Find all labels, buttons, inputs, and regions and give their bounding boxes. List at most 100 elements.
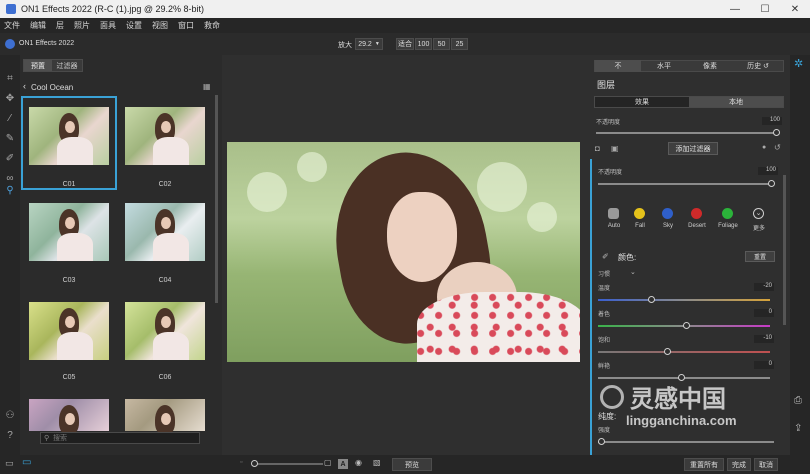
menu-file[interactable]: 文件 (4, 20, 20, 31)
camera-icon[interactable]: ◘ (595, 144, 600, 153)
toggle-dot-icon[interactable]: ● (762, 144, 766, 151)
zoom-out-icon[interactable]: ▫ (240, 459, 242, 466)
reset-all-button[interactable]: 重置所有 (684, 458, 724, 471)
split-view-icon[interactable]: ▧ (373, 458, 381, 467)
more-chevron-icon[interactable]: ⌄ (753, 208, 764, 219)
profile-icon[interactable]: ⚇ (4, 410, 16, 422)
mode-label[interactable]: 习惯 (598, 269, 610, 278)
tab-local[interactable]: 本地 (689, 97, 783, 107)
preset-thumb-c01[interactable] (29, 107, 109, 165)
menu-edit[interactable]: 编辑 (30, 20, 46, 31)
done-button[interactable]: 完成 (727, 458, 751, 471)
mode-chevron-down-icon[interactable]: ⌄ (630, 268, 636, 276)
tab-level[interactable]: 水平 (641, 60, 687, 72)
sky-preset-dot[interactable] (662, 208, 673, 219)
temperature-slider-track[interactable] (598, 299, 770, 301)
filter-opacity-track[interactable] (598, 183, 774, 185)
foliage-preset-dot[interactable] (722, 208, 733, 219)
share-icon[interactable]: ⇪ (794, 423, 802, 434)
vibrance-value[interactable]: 0 (754, 361, 774, 369)
menu-mask[interactable]: 面具 (100, 20, 116, 31)
preset-thumb-c08[interactable] (125, 399, 205, 435)
move-icon[interactable]: ✥ (4, 93, 16, 105)
preset-thumb-c02[interactable] (125, 107, 205, 165)
mask-icon[interactable]: ▣ (611, 144, 619, 153)
tab-presets[interactable]: 预置 (24, 60, 52, 71)
zoom-select[interactable]: 29.2 ▼ (355, 38, 383, 50)
tab-effects[interactable]: 效果 (595, 97, 689, 107)
strength-slider-knob[interactable] (598, 438, 605, 445)
saturation-slider-track[interactable] (598, 351, 770, 353)
tint-value[interactable]: 0 (754, 309, 774, 317)
main-photo[interactable] (227, 142, 580, 362)
temperature-slider-knob[interactable] (648, 296, 655, 303)
tab-history[interactable]: 历史 ↺ (733, 60, 783, 72)
retouch-icon[interactable]: ∞ (4, 173, 16, 185)
zoom-25-button[interactable]: 25 (451, 38, 468, 50)
zoom-100-button[interactable]: 100 (415, 38, 432, 50)
adjust-brush-icon[interactable]: ✐ (4, 153, 16, 165)
tab-filters[interactable]: 过滤器 (52, 60, 82, 71)
grid-view-icon[interactable]: ▦ (203, 82, 211, 91)
brush-icon[interactable]: ⁄ (4, 113, 16, 125)
help-icon[interactable]: ? (4, 430, 16, 442)
preview-button[interactable]: 预览 (392, 458, 432, 471)
tab-none[interactable]: 不 (595, 60, 641, 72)
auto-view-button[interactable]: A (338, 459, 348, 469)
close-button[interactable]: ✕ (780, 0, 810, 18)
vibrance-slider-knob[interactable] (678, 374, 685, 381)
zoom-50-button[interactable]: 50 (433, 38, 450, 50)
tab-pixel[interactable]: 像素 (687, 60, 733, 72)
temperature-value[interactable]: -20 (754, 283, 774, 291)
back-chevron-icon[interactable]: ‹ (23, 81, 26, 91)
eyedropper-icon[interactable]: ✐ (602, 252, 609, 261)
desert-preset-dot[interactable] (691, 208, 702, 219)
tint-slider-knob[interactable] (683, 322, 690, 329)
preset-thumb-c06[interactable] (125, 302, 205, 360)
opacity-value[interactable]: 100 (762, 117, 782, 125)
saturation-value[interactable]: -10 (754, 335, 774, 343)
preset-foliage-label: Foliage (718, 223, 738, 229)
maximize-button[interactable]: ☐ (750, 0, 780, 18)
auto-icon[interactable] (608, 208, 619, 219)
mask-view-icon[interactable]: ◉ (355, 458, 362, 467)
strength-slider-track[interactable] (598, 441, 774, 443)
preset-thumb-c05[interactable] (29, 302, 109, 360)
fall-preset-dot[interactable] (634, 208, 645, 219)
cancel-button[interactable]: 取消 (754, 458, 778, 471)
menu-window[interactable]: 窗口 (178, 20, 194, 31)
fit-button[interactable]: 适合 (396, 38, 414, 50)
panel-scrollbar[interactable] (783, 175, 786, 325)
menu-help[interactable]: 救命 (204, 20, 220, 31)
chevron-down-icon: ▼ (374, 41, 380, 47)
add-filter-button[interactable]: 添加过滤器 (668, 142, 718, 155)
menu-photo[interactable]: 照片 (74, 20, 90, 31)
panel-toggle-icon[interactable]: ▭ (5, 458, 14, 469)
browser-toggle-icon[interactable]: ▭ (22, 457, 31, 468)
opacity-slider-knob[interactable] (773, 129, 780, 136)
menu-layer[interactable]: 层 (56, 20, 64, 31)
gear-icon[interactable]: ✲ (794, 57, 803, 70)
minimize-button[interactable]: — (720, 0, 750, 18)
app-logo-icon (5, 39, 15, 49)
menu-settings[interactable]: 设置 (126, 20, 142, 31)
preset-thumb-c04[interactable] (125, 203, 205, 261)
browser-scrollbar[interactable] (215, 95, 218, 303)
preset-search-input[interactable]: ⚲ 搜索 (40, 432, 200, 444)
saturation-slider-knob[interactable] (664, 348, 671, 355)
reset-icon[interactable]: ↺ (774, 143, 781, 152)
compare-icon[interactable]: ▢ (324, 458, 332, 467)
color-reset-button[interactable]: 重置 (745, 251, 775, 262)
thumb-size-knob[interactable] (251, 460, 258, 467)
filter-opacity-knob[interactable] (768, 180, 775, 187)
zoom-tool-icon[interactable]: ⚲ (4, 185, 16, 197)
menu-view[interactable]: 视图 (152, 20, 168, 31)
masking-brush-icon[interactable]: ✎ (4, 133, 16, 145)
print-icon[interactable]: ⎙ (794, 395, 802, 406)
crop-icon[interactable]: ⌗ (4, 73, 16, 85)
preset-thumb-c03[interactable] (29, 203, 109, 261)
thumb-size-slider[interactable] (253, 463, 323, 465)
filter-opacity-value[interactable]: 100 (758, 167, 778, 175)
preset-thumb-c07[interactable] (29, 399, 109, 435)
opacity-slider-track[interactable] (596, 132, 778, 134)
